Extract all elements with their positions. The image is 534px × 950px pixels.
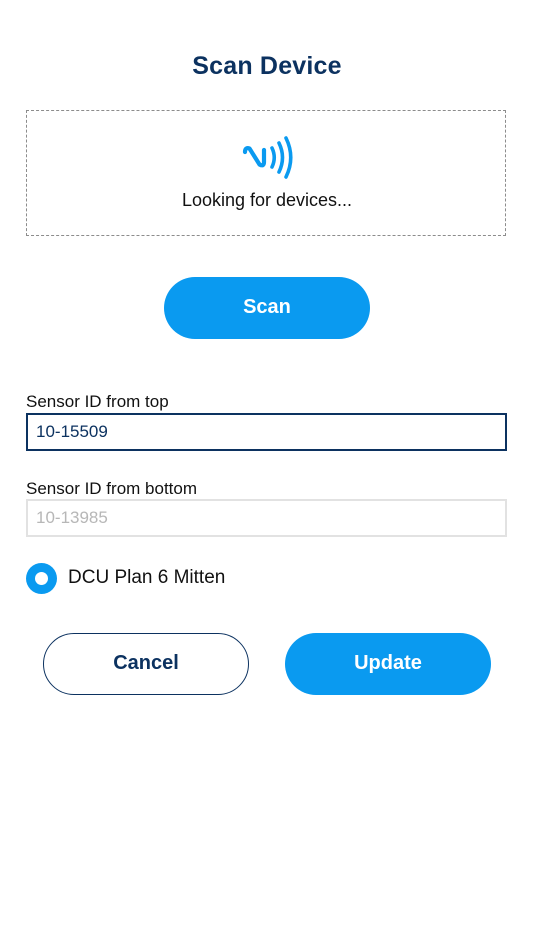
top-sensor-id-field[interactable] [26,413,507,451]
dcu-plan-option-label: DCU Plan 6 Mitten [68,567,226,588]
radio-selected-icon[interactable] [26,562,57,594]
bottom-sensor-label: Sensor ID from bottom [26,479,198,498]
nfc-icon [242,136,293,179]
bottom-sensor-id-field[interactable] [26,499,507,537]
scan-button[interactable]: Scan [164,277,370,339]
cancel-button[interactable]: Cancel [43,633,249,695]
scan-status-text: Looking for devices... [181,190,353,210]
top-sensor-label: Sensor ID from top [26,392,169,411]
update-button[interactable]: Update [285,633,491,695]
page-title: Scan Device [192,52,342,80]
dcu-plan-option[interactable]: DCU Plan 6 Mitten [26,561,225,595]
